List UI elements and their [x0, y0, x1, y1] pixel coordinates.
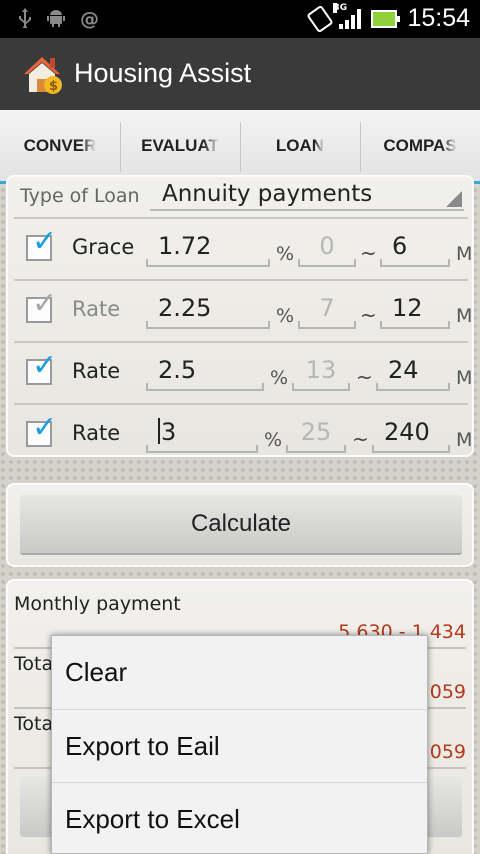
loan-type-row: Type of Loan Annuity payments	[14, 177, 464, 217]
range-separator: ~	[352, 427, 369, 451]
loan-type-label: Type of Loan	[20, 185, 140, 207]
total-label: Tota	[14, 653, 54, 675]
month-unit: M	[456, 305, 473, 327]
from-month-input: 0	[298, 227, 356, 267]
to-month-input[interactable]: 240	[372, 413, 450, 453]
percent-unit: %	[276, 243, 295, 265]
row-label: Grace	[72, 235, 135, 259]
dropdown-arrow-icon	[446, 191, 462, 207]
battery-charging-icon	[371, 9, 401, 28]
tab-compass[interactable]: COMPAS	[360, 110, 480, 181]
checkmark-icon: ✓	[32, 224, 58, 259]
tab-conversion[interactable]: CONVER	[0, 110, 120, 181]
checkmark-icon: ✓	[32, 348, 58, 383]
tab-loan[interactable]: LOAN	[240, 110, 360, 181]
svg-text:$: $	[49, 79, 58, 94]
loan-type-select[interactable]: Annuity payments	[150, 181, 464, 211]
rate-input-focused[interactable]: 3	[146, 413, 258, 453]
month-unit: M	[456, 243, 473, 265]
range-separator: ~	[360, 303, 377, 327]
action-bar: $ Housing Assist	[0, 38, 480, 110]
tab-evaluation[interactable]: EVALUAT	[120, 110, 240, 181]
loan-settings-card: Type of Loan Annuity payments ✓ Grace 1.…	[6, 175, 474, 457]
row-label: Rate	[72, 359, 121, 383]
loan-type-value: Annuity payments	[162, 181, 373, 207]
menu-item-export-email[interactable]: Export to Eail	[52, 709, 427, 782]
context-menu: Clear Export to Eail Export to Excel	[51, 635, 428, 854]
from-month-input: 25	[286, 413, 346, 453]
total-label: Tota	[14, 713, 54, 735]
rate-input[interactable]: 1.72	[146, 227, 270, 267]
total-value: ,059	[423, 681, 466, 703]
android-debug-icon	[46, 8, 66, 32]
network-type-label: 3G	[333, 2, 348, 13]
total-value: ,059	[423, 741, 466, 763]
text-cursor	[158, 418, 160, 444]
rate-period-row: ✓ Grace 1.72 % 0 ~ 6 M	[14, 217, 472, 279]
percent-unit: %	[276, 305, 295, 327]
to-month-input[interactable]: 6	[380, 227, 450, 267]
menu-item-export-excel[interactable]: Export to Excel	[52, 782, 427, 854]
range-separator: ~	[360, 241, 377, 265]
month-unit: M	[456, 367, 473, 389]
to-month-input[interactable]: 24	[376, 351, 450, 391]
checkmark-icon: ✓	[32, 410, 58, 445]
percent-unit: %	[264, 429, 283, 451]
row-checkbox[interactable]: ✓	[26, 227, 57, 261]
status-notification-icons: @	[18, 8, 99, 32]
row-label: Rate	[72, 421, 121, 445]
row-label: Rate	[72, 297, 121, 321]
screen-rotation-icon	[306, 4, 335, 33]
at-sign-icon: @	[80, 8, 99, 30]
range-separator: ~	[356, 365, 373, 389]
from-month-input: 13	[292, 351, 350, 391]
checkmark-icon: ✓	[32, 286, 58, 321]
calculate-card: Calculate	[6, 483, 474, 567]
calculate-button[interactable]: Calculate	[20, 495, 462, 555]
house-dollar-icon[interactable]: $	[20, 52, 64, 96]
row-checkbox: ✓	[26, 289, 57, 323]
signal-icon: 3G	[333, 2, 362, 29]
tab-bar: CONVER EVALUAT LOAN COMPAS	[0, 110, 480, 184]
row-checkbox[interactable]: ✓	[26, 351, 57, 385]
usb-icon	[18, 8, 32, 32]
percent-unit: %	[270, 367, 289, 389]
rate-input[interactable]: 2.5	[146, 351, 264, 391]
from-month-input: 7	[298, 289, 356, 329]
monthly-payment-label: Monthly payment	[14, 593, 181, 615]
status-bar: @ 3G 15:54	[0, 0, 480, 38]
status-time: 15:54	[407, 4, 470, 32]
rate-period-row: ✓ Rate 2.25 % 7 ~ 12 M	[14, 279, 472, 341]
month-unit: M	[456, 429, 473, 451]
to-month-input[interactable]: 12	[380, 289, 450, 329]
rate-period-row: ✓ Rate 2.5 % 13 ~ 24 M	[14, 341, 472, 403]
app-title: Housing Assist	[74, 58, 252, 88]
rate-input[interactable]: 2.25	[146, 289, 270, 329]
rate-period-row: ✓ Rate 3 % 25 ~ 240 M	[14, 403, 472, 455]
row-checkbox[interactable]: ✓	[26, 413, 57, 447]
menu-item-clear[interactable]: Clear	[52, 636, 427, 709]
